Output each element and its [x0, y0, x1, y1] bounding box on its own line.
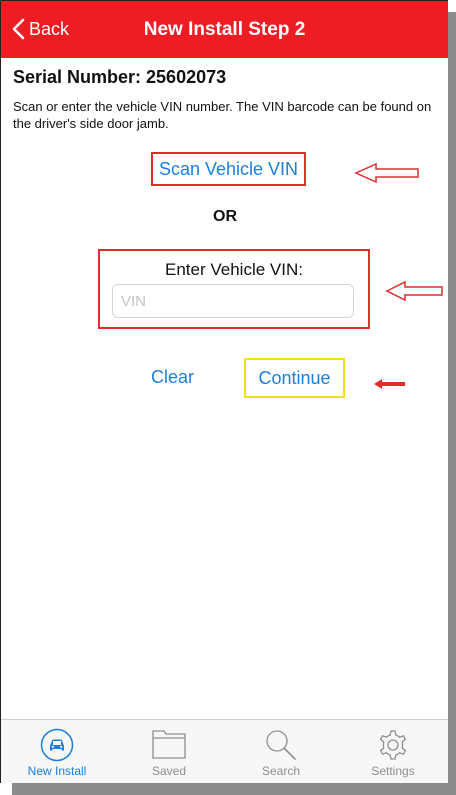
annotation-arrow-continue: [374, 379, 405, 389]
or-divider: OR: [213, 208, 237, 225]
tab-settings[interactable]: Settings: [337, 720, 448, 783]
navigation-bar: Back New Install Step 2: [1, 1, 448, 58]
instructions-text: Scan or enter the vehicle VIN number. Th…: [13, 99, 432, 131]
gear-icon: [379, 730, 407, 760]
phone-screen: Back New Install Step 2 Serial Number: 2…: [0, 0, 448, 783]
tab-search[interactable]: Search: [225, 720, 337, 783]
page-title: New Install Step 2: [143, 19, 306, 40]
continue-button[interactable]: Continue: [244, 358, 345, 398]
tab-label: New Install: [27, 764, 87, 778]
tab-label: Search: [261, 764, 301, 778]
annotation-arrow-enter: [385, 280, 443, 302]
tab-saved[interactable]: Saved: [113, 720, 225, 783]
vin-input[interactable]: [112, 284, 354, 318]
enter-vin-section: Enter Vehicle VIN:: [98, 249, 370, 329]
clear-button[interactable]: Clear: [151, 367, 194, 388]
enter-vin-label: Enter Vehicle VIN:: [165, 260, 303, 279]
search-icon: [266, 730, 296, 760]
folder-icon: [152, 730, 186, 759]
tab-label: Settings: [371, 764, 415, 778]
page-shadow-bottom: [12, 783, 456, 795]
tab-label: Saved: [151, 764, 187, 778]
annotation-arrow-scan: [354, 162, 419, 184]
scan-vin-button[interactable]: Scan Vehicle VIN: [151, 152, 306, 186]
car-icon: [40, 728, 74, 762]
continue-label: Continue: [258, 367, 331, 388]
tab-new-install[interactable]: New Install: [1, 720, 113, 783]
scan-vin-label: Scan Vehicle VIN: [158, 158, 299, 179]
serial-number: Serial Number: 25602073: [13, 67, 227, 87]
page-shadow-right: [448, 12, 456, 795]
tab-bar: New Install Saved Search Settings: [1, 719, 448, 783]
